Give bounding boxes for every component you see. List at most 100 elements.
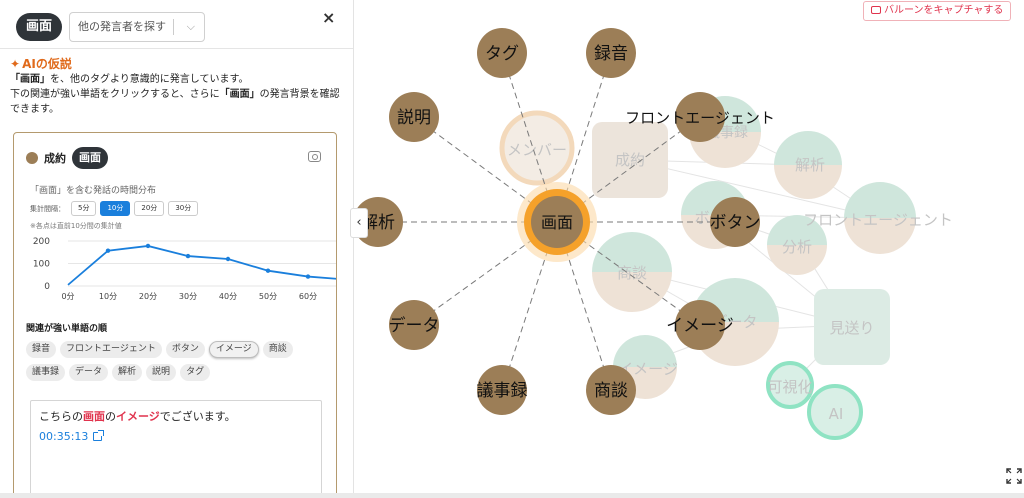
- expand-icon[interactable]: [1006, 468, 1022, 484]
- chart-note: ※各点は直前10分間の集計値: [30, 222, 122, 230]
- label-ai: AI: [829, 405, 844, 423]
- x-tick-label: 30分: [179, 292, 197, 301]
- interval-selector: 集計間隔： 5分 10分 20分 30分: [30, 201, 202, 216]
- interval-10min-button[interactable]: 10分: [100, 201, 131, 216]
- label-front-agent-bg: フロントエージェント: [803, 211, 953, 229]
- quote-highlight-2: イメージ: [116, 410, 160, 423]
- ai-line1-bold: 「画面」: [10, 74, 50, 85]
- camera-icon[interactable]: [308, 151, 321, 162]
- label-kaiseki-bg: 解析: [795, 156, 825, 174]
- tag-kaiseki[interactable]: 解析: [112, 364, 143, 381]
- camera-icon: [871, 6, 881, 14]
- speaker-search-placeholder: 他の発言者を探す: [78, 20, 166, 33]
- ai-title-text: AIの仮説: [22, 57, 72, 71]
- speaker-search-select[interactable]: 他の発言者を探す ⌵: [69, 12, 205, 42]
- related-words-title: 関連が強い単語の順: [26, 324, 108, 334]
- spoke-rokuon[interactable]: 録音: [586, 28, 636, 78]
- x-tick-label: 50分: [259, 292, 277, 301]
- tag-button[interactable]: ボタン: [165, 341, 205, 358]
- quote-pre: こちらの: [39, 410, 83, 423]
- spoke-button[interactable]: ボタン: [710, 197, 761, 247]
- insight-panel: 画面 他の発言者を探す ⌵ × ✦ AIの仮説 「画面」を、他のタグより意識的に発…: [0, 0, 354, 498]
- utterance-timestamp-link[interactable]: 00:35:13: [39, 430, 313, 443]
- data-point: [105, 248, 111, 253]
- interval-label: 集計間隔：: [30, 204, 65, 213]
- quote-post: でございます。: [159, 410, 236, 423]
- spoke-label: 説明: [397, 108, 431, 128]
- tag-front-agent[interactable]: フロントエージェント: [60, 341, 162, 358]
- capture-label: バルーンをキャプチャする: [884, 5, 1004, 16]
- spoke-data[interactable]: データ: [389, 300, 440, 350]
- tag-data[interactable]: データ: [69, 364, 109, 381]
- quote-highlight-1: 画面: [83, 410, 105, 423]
- select-separator: [173, 19, 174, 35]
- label-bunseki: 分析: [782, 238, 812, 256]
- word-balloon-graph: メンバー成約議事録解析フロントエージェント分析ボタン商談データ見送りイメージ可視…: [355, 0, 1024, 498]
- word-detail-card: 成約 画面 「画面」を含む発話の時間分布 集計間隔： 5分 10分 20分 30…: [13, 132, 337, 498]
- y-tick-label: 0: [44, 282, 50, 292]
- collapse-panel-button[interactable]: ‹: [350, 208, 368, 238]
- label-kashika: 可視化: [767, 378, 812, 396]
- tag-rokuon[interactable]: 録音: [26, 341, 57, 358]
- data-point: [305, 274, 311, 279]
- label-shoudan-bg: 商談: [617, 264, 647, 282]
- tag-gijiroku[interactable]: 議事録: [26, 364, 66, 381]
- spoke-label: 録音: [594, 44, 628, 64]
- utterance-quote: こちらの画面のイメージでございます。 00:35:13: [30, 400, 322, 498]
- spoke-label: データ: [389, 315, 440, 336]
- center-label: 画面: [541, 213, 573, 232]
- y-tick-label: 100: [33, 260, 50, 270]
- data-point: [185, 253, 191, 259]
- quote-mid: の: [105, 410, 116, 423]
- ai-line2-bold: 「画面」: [219, 89, 260, 100]
- spoke-label: ボタン: [710, 213, 761, 233]
- tag-shoudan[interactable]: 商談: [262, 341, 293, 358]
- tag-image[interactable]: イメージ: [208, 341, 259, 358]
- data-point: [265, 268, 271, 273]
- spoke-label: 商談: [594, 381, 628, 401]
- spoke-setsumei[interactable]: 説明: [389, 92, 439, 142]
- data-point: [145, 243, 151, 249]
- x-tick-label: 60分: [299, 292, 317, 301]
- x-tick-label: 10分: [99, 292, 117, 301]
- spoke-label: フロントエージェント: [625, 109, 775, 127]
- timestamp-text: 00:35:13: [39, 430, 89, 443]
- interval-30min-button[interactable]: 30分: [168, 201, 199, 216]
- related-words-list: 録音 フロントエージェント ボタン イメージ 商談 議事録 データ 解析 説明 …: [26, 341, 326, 381]
- external-link-icon[interactable]: [93, 430, 105, 441]
- label-miokuri: 見送り: [829, 319, 874, 337]
- spoke-shoudan[interactable]: 商談: [586, 365, 636, 415]
- data-point: [225, 256, 231, 262]
- divider: [0, 48, 353, 49]
- x-tick-label: 40分: [219, 292, 237, 301]
- x-tick-label: 20分: [139, 292, 157, 301]
- bottom-scrollbar[interactable]: [0, 493, 1024, 498]
- spoke-gijiroku[interactable]: 議事録: [477, 365, 528, 415]
- category-dot: [26, 152, 38, 164]
- ai-line1-rest: を、他のタグより意識的に発言しています。: [50, 74, 249, 85]
- x-tick-label: 0分: [61, 292, 74, 301]
- center-node[interactable]: 画面: [517, 182, 597, 262]
- sparkle-icon: ✦: [10, 57, 21, 71]
- interval-5min-button[interactable]: 5分: [71, 201, 97, 216]
- ai-hypothesis-title: ✦ AIの仮説: [10, 55, 72, 72]
- label-member: メンバー: [507, 141, 567, 159]
- spoke-label: イメージ: [666, 316, 734, 336]
- tag-setsumei[interactable]: 説明: [146, 364, 177, 381]
- label-seiyaku: 成約: [615, 151, 645, 169]
- close-icon[interactable]: ×: [322, 8, 335, 27]
- spoke-tag[interactable]: タグ: [477, 28, 527, 78]
- spoke-label: タグ: [485, 44, 519, 64]
- chevron-down-icon[interactable]: ⌵: [187, 13, 195, 41]
- speaker-chip[interactable]: 画面: [16, 13, 63, 41]
- chart-title: 「画面」を含む発話の時間分布: [30, 186, 157, 196]
- interval-20min-button[interactable]: 20分: [134, 201, 165, 216]
- time-distribution-chart: 0 100 200 0分 10分 20分 30分 40分 50分 60分: [33, 237, 336, 301]
- tag-tag[interactable]: タグ: [180, 364, 211, 381]
- card-header: 成約 画面: [26, 147, 108, 169]
- y-tick-label: 200: [33, 237, 50, 247]
- category-label: 成約: [44, 152, 66, 165]
- word-chip: 画面: [72, 147, 108, 169]
- capture-balloon-button[interactable]: バルーンをキャプチャする: [863, 1, 1012, 21]
- ai-line2-pre: 下の関連が強い単語をクリックすると、さらに: [10, 89, 220, 100]
